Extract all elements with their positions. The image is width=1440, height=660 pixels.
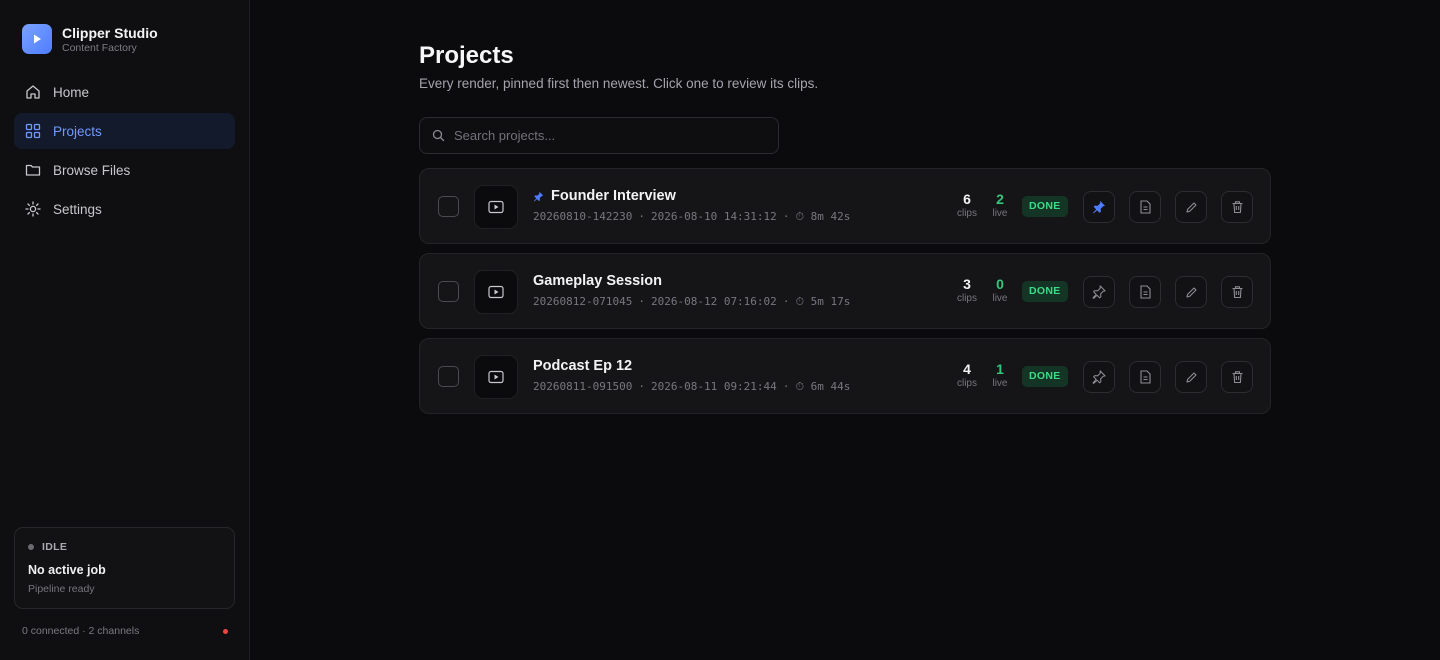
pinned-icon	[533, 191, 544, 202]
pencil-icon	[1185, 286, 1197, 298]
sidebar-item-label: Settings	[53, 201, 102, 217]
open-file-button[interactable]	[1129, 191, 1161, 223]
connection-indicator	[223, 628, 228, 634]
project-datetime: 2026-08-12 07:16:02	[650, 295, 777, 308]
project-name: Founder Interview	[551, 188, 676, 204]
delete-button[interactable]	[1221, 361, 1253, 393]
file-icon	[1139, 200, 1151, 214]
pencil-icon	[1185, 371, 1197, 383]
project-id: 20260810-142230	[533, 210, 633, 223]
pin-icon	[1092, 370, 1106, 384]
folder-icon	[25, 162, 41, 178]
status-badge: DONE	[1022, 366, 1068, 387]
open-file-button[interactable]	[1129, 276, 1161, 308]
clips-count: 3 clips	[956, 276, 977, 304]
status-badge: DONE	[1022, 196, 1068, 217]
file-icon	[1139, 285, 1151, 299]
play-icon	[22, 24, 52, 54]
pin-icon	[1092, 285, 1106, 299]
sidebar-item-home[interactable]: Home	[14, 74, 235, 110]
search-box[interactable]	[419, 117, 779, 154]
connection-footer: 0 connected · 2 channels	[22, 625, 228, 637]
home-icon	[25, 84, 41, 100]
grid-icon	[25, 123, 41, 139]
clips-count: 6 clips	[956, 191, 977, 219]
status-dot	[28, 544, 34, 550]
rename-button[interactable]	[1175, 361, 1207, 393]
project-id: 20260811-091500	[533, 380, 633, 393]
pin-button[interactable]	[1083, 361, 1115, 393]
timer-icon: ⏱	[795, 380, 811, 393]
status-badge: DONE	[1022, 281, 1068, 302]
project-row[interactable]: Founder Interview 20260810-142230 · 2026-0…	[419, 168, 1271, 244]
select-checkbox[interactable]	[438, 366, 459, 387]
project-id: 20260812-071045	[533, 295, 633, 308]
trash-icon	[1232, 371, 1242, 384]
job-subtitle: Pipeline ready	[28, 583, 95, 595]
app-subtitle: Content Factory	[62, 41, 137, 54]
select-checkbox[interactable]	[438, 196, 459, 217]
clips-count: 4 clips	[956, 361, 977, 389]
sidebar-item-projects[interactable]: Projects	[14, 113, 235, 149]
project-row[interactable]: Podcast Ep 12 20260811-091500 · 2026-08-11…	[419, 338, 1271, 414]
page-subtitle: Every render, pinned first then newest. …	[419, 76, 819, 91]
pencil-icon	[1185, 201, 1197, 213]
job-title: No active job	[28, 563, 106, 577]
sidebar-item-label: Projects	[53, 123, 102, 139]
gear-icon	[25, 201, 41, 217]
project-meta: 20260810-142230 · 2026-08-10 14:31:12 · ⏱ 8m…	[533, 210, 851, 223]
project-thumbnail	[474, 270, 518, 314]
sidebar-item-browse-files[interactable]: Browse Files	[14, 152, 235, 188]
project-thumbnail	[474, 355, 518, 399]
live-count: 0 live	[992, 276, 1008, 304]
project-meta: 20260812-071045 · 2026-08-12 07:16:02 · ⏱ 5m…	[533, 295, 851, 308]
video-icon	[488, 200, 504, 214]
open-file-button[interactable]	[1129, 361, 1161, 393]
live-count: 2 live	[992, 191, 1008, 219]
sidebar-item-label: Browse Files	[53, 162, 131, 178]
unpin-button[interactable]	[1083, 191, 1115, 223]
project-duration: 5m 17s	[810, 295, 851, 308]
pin-icon	[1093, 200, 1106, 214]
project-row[interactable]: Gameplay Session 20260812-071045 · 2026-08…	[419, 253, 1271, 329]
trash-icon	[1232, 286, 1242, 299]
delete-button[interactable]	[1221, 276, 1253, 308]
sidebar-item-label: Home	[53, 84, 90, 100]
project-duration: 8m 42s	[810, 210, 851, 223]
project-datetime: 2026-08-11 09:21:44	[650, 380, 777, 393]
pin-button[interactable]	[1083, 276, 1115, 308]
select-checkbox[interactable]	[438, 281, 459, 302]
video-icon	[488, 285, 504, 299]
project-duration: 6m 44s	[810, 380, 851, 393]
video-icon	[488, 370, 504, 384]
sidebar-nav: Home Projects Browse Files Settings	[14, 74, 235, 230]
sidebar: Clipper Studio Content Factory Home Proj…	[0, 0, 250, 660]
job-status-card: IDLE No active job Pipeline ready	[14, 527, 235, 609]
timer-icon: ⏱	[795, 295, 811, 308]
brand[interactable]: Clipper Studio Content Factory	[22, 24, 158, 54]
trash-icon	[1232, 201, 1242, 214]
project-name: Podcast Ep 12	[533, 358, 633, 374]
rename-button[interactable]	[1175, 191, 1207, 223]
page-title: Projects	[419, 42, 514, 69]
project-datetime: 2026-08-10 14:31:12	[650, 210, 777, 223]
live-count: 1 live	[992, 361, 1008, 389]
project-meta: 20260811-091500 · 2026-08-11 09:21:44 · ⏱ 6m…	[533, 380, 851, 393]
app-name: Clipper Studio	[62, 24, 158, 41]
sidebar-item-settings[interactable]: Settings	[14, 191, 235, 227]
rename-button[interactable]	[1175, 276, 1207, 308]
timer-icon: ⏱	[795, 210, 811, 223]
search-input[interactable]	[454, 128, 754, 143]
search-icon	[432, 129, 445, 142]
project-list: Founder Interview 20260810-142230 · 2026-0…	[419, 168, 1271, 423]
file-icon	[1139, 370, 1151, 384]
connection-status: 0 connected · 2 channels	[22, 625, 140, 637]
project-name: Gameplay Session	[533, 273, 662, 289]
job-status-label: IDLE	[42, 541, 68, 553]
delete-button[interactable]	[1221, 191, 1253, 223]
project-thumbnail	[474, 185, 518, 229]
